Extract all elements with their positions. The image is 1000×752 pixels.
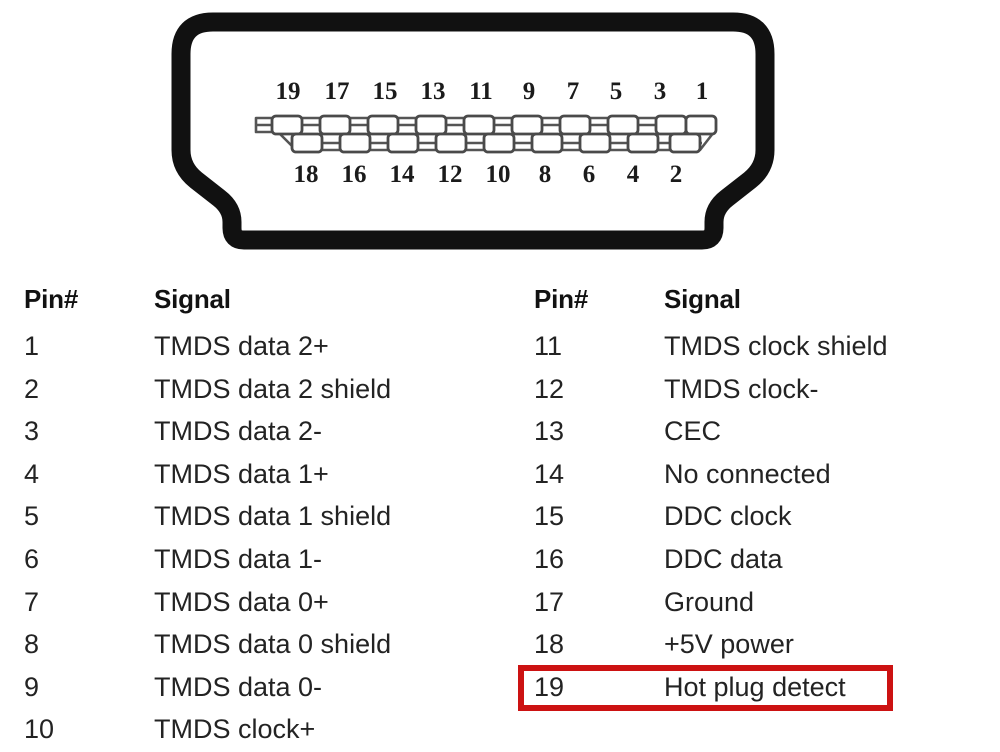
table-row: 1 TMDS data 2+ [18,326,488,369]
column-header-left: Pin# Signal [18,284,488,326]
cell-signal: TMDS data 0+ [154,586,329,617]
pin-number-labels-bottom: 18 16 14 12 10 8 6 4 2 [294,161,683,188]
pin-label-top-3: 13 [421,78,446,105]
cell-signal: DDC clock [664,501,792,532]
cell-pin-number: 18 [534,629,565,660]
cell-signal: TMDS data 1+ [154,458,329,489]
cell-pin-number: 9 [24,671,40,702]
table-row: 7 TMDS data 0+ [18,582,488,625]
header-signal-left: Signal [154,284,231,314]
cell-pin-number: 5 [24,501,40,532]
cell-pin-number: 17 [534,586,565,617]
table-row: 3 TMDS data 2- [18,411,488,454]
hdmi-connector-drawing: 19 17 15 13 11 9 7 5 3 1 18 16 14 12 10 … [171,12,775,250]
pin-label-bottom-6: 6 [583,161,596,188]
pin-label-bottom-8: 2 [670,161,683,188]
pin-label-top-7: 5 [610,78,623,105]
table-row: 4 TMDS data 1+ [18,454,488,497]
table-row: 9 TMDS data 0- [18,667,488,710]
cell-signal: DDC data [664,543,783,574]
cell-signal: TMDS data 1- [154,543,323,574]
column-header-right: Pin# Signal [528,284,998,326]
pin-label-bottom-0: 18 [294,161,319,188]
header-signal-right: Signal [664,284,741,314]
table-row: 13 CEC [528,411,998,454]
cell-signal: TMDS data 0- [154,671,323,702]
table-row: 18 +5V power [528,624,998,667]
table-row: 8 TMDS data 0 shield [18,624,488,667]
cell-pin-number: 3 [24,416,40,447]
cell-pin-number: 2 [24,373,40,404]
cell-signal: TMDS data 2 shield [154,373,392,404]
cell-signal: CEC [664,416,722,447]
cell-pin-number: 4 [24,458,40,489]
cell-pin-number: 16 [534,543,565,574]
cell-pin-number: 11 [534,331,563,361]
pin-label-top-8: 3 [654,78,667,105]
pin-rows-right: 11 TMDS clock shield 12 TMDS clock- 13 C… [518,326,998,711]
pin-label-bottom-2: 14 [390,161,416,188]
pin-label-top-9: 1 [696,78,709,105]
pin-label-bottom-3: 12 [438,161,463,188]
header-pin-number-left: Pin# [24,284,79,314]
cell-signal: TMDS data 2- [154,416,323,447]
pin-label-bottom-5: 8 [539,161,552,188]
pin-label-top-1: 17 [325,78,350,105]
header-pin-number-right: Pin# [534,284,589,314]
pin-label-top-5: 9 [523,78,536,105]
pin-label-bottom-7: 4 [627,161,640,188]
pin-label-top-6: 7 [567,78,580,105]
table-row: 5 TMDS data 1 shield [18,496,488,539]
pinout-table: Pin# Signal 1 TMDS data 2+ 2 TMDS data 2… [0,284,1000,744]
cell-signal: No connected [664,458,831,489]
pin-label-top-2: 15 [373,78,398,105]
table-row: 2 TMDS data 2 shield [18,369,488,412]
cell-pin-number: 7 [24,586,40,617]
cell-signal: TMDS clock- [664,373,819,404]
cell-pin-number: 13 [534,416,565,447]
table-row: 10 TMDS clock+ [18,709,488,752]
cell-pin-number: 10 [24,714,55,745]
pinout-column-left: Pin# Signal 1 TMDS data 2+ 2 TMDS data 2… [18,284,488,744]
cell-signal: TMDS data 1 shield [154,501,392,532]
hdmi-connector-figure: 19 17 15 13 11 9 7 5 3 1 18 16 14 12 10 … [0,0,1000,262]
pin-rows-left: 1 TMDS data 2+ 2 TMDS data 2 shield 3 TM… [18,326,488,752]
pin-contacts-bottom [290,132,702,154]
cell-signal: TMDS clock+ [154,714,316,745]
pin-number-labels-top: 19 17 15 13 11 9 7 5 3 1 [276,78,709,105]
table-row: 14 No connected [528,454,998,497]
cell-pin-number: 12 [534,373,565,404]
table-row: 11 TMDS clock shield [528,326,998,369]
table-row: 16 DDC data [528,539,998,582]
table-row-highlighted: 19 Hot plug detect [518,664,998,711]
cell-pin-number: 19 [534,671,565,702]
pin-label-top-0: 19 [276,78,301,105]
table-row: 15 DDC clock [528,496,998,539]
cell-signal: TMDS data 0 shield [154,629,392,660]
pin-label-bottom-1: 16 [342,161,367,188]
cell-signal: +5V power [664,629,794,660]
pinout-column-right: Pin# Signal 11 TMDS clock shield 12 TMDS… [518,284,998,736]
pin-label-top-4: 11 [469,78,493,105]
cell-pin-number: 14 [534,458,565,489]
table-row: 12 TMDS clock- [528,369,998,412]
cell-signal: Ground [664,586,755,617]
pin-label-bottom-4: 10 [486,161,511,188]
cell-signal: Hot plug detect [664,671,846,702]
cell-pin-number: 6 [24,543,40,574]
table-row: 6 TMDS data 1- [18,539,488,582]
cell-pin-number: 8 [24,629,40,660]
table-row: 17 Ground [528,582,998,625]
cell-signal: TMDS clock shield [664,331,888,361]
cell-signal: TMDS data 2+ [154,331,329,361]
cell-pin-number: 1 [24,331,40,361]
cell-pin-number: 15 [534,501,565,532]
